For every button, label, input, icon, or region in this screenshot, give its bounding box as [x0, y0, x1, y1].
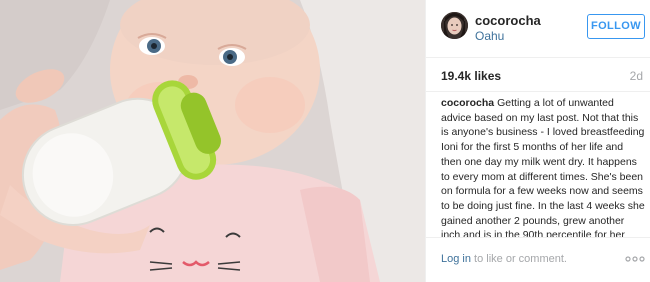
avatar-photo-icon	[441, 12, 468, 39]
caption-text: Getting a lot of unwanted advice based o…	[441, 97, 645, 237]
post-header: cocorocha Oahu FOLLOW	[426, 0, 650, 58]
caption: cocorocha Getting a lot of unwanted advic…	[441, 96, 646, 237]
post-age[interactable]: 2d	[630, 69, 643, 83]
username-link[interactable]: cocorocha	[475, 13, 541, 28]
caption-username-link[interactable]: cocorocha	[441, 97, 494, 109]
caption-scroll-area[interactable]: cocorocha Getting a lot of unwanted advic…	[426, 91, 650, 237]
post-photo[interactable]	[0, 0, 425, 282]
login-prompt: Log in to like or comment.	[441, 253, 567, 265]
follow-button[interactable]: FOLLOW	[587, 14, 645, 39]
login-link[interactable]: Log in	[441, 253, 471, 265]
more-options-icon[interactable]	[625, 256, 645, 262]
likes-count[interactable]: 19.4k likes	[441, 69, 501, 83]
location-link[interactable]: Oahu	[475, 29, 504, 43]
baby-bottle-photo	[0, 0, 425, 282]
instagram-post: cocorocha Oahu FOLLOW 19.4k likes 2d coc…	[0, 0, 650, 282]
post-side-panel: cocorocha Oahu FOLLOW 19.4k likes 2d coc…	[425, 0, 650, 282]
avatar[interactable]	[441, 12, 468, 39]
login-prompt-text: to like or comment.	[470, 253, 567, 265]
post-footer: Log in to like or comment.	[426, 237, 650, 282]
post-stats: 19.4k likes 2d	[426, 58, 650, 91]
